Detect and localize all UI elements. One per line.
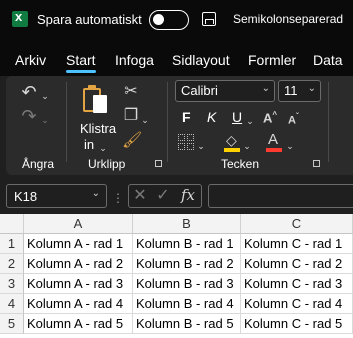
vertical-dots-icon: ⋮ [112,191,124,205]
cell-c5[interactable]: Kolumn C - rad 5 [241,314,353,334]
font-name-value: Calibri [181,83,218,98]
ribbon-separator [66,82,67,162]
paste-button-sub[interactable]: in [84,137,94,152]
clipboard-group-label: Urklipp [88,157,126,171]
ribbon-separator [328,82,329,162]
font-dialog-launcher-icon[interactable] [313,160,320,167]
cell-c1[interactable]: Kolumn C - rad 1 [241,234,353,254]
font-color-dropdown-chevron-icon[interactable]: ⌄ [286,138,294,154]
row-header-4[interactable]: 4 [0,294,24,314]
cell-b1[interactable]: Kolumn B - rad 1 [133,234,241,254]
paste-dropdown-chevron-icon[interactable]: ⌄ [99,140,107,156]
copy-icon[interactable]: ❐ [122,108,140,124]
row-header-1[interactable]: 1 [0,234,24,254]
name-box[interactable]: K18 ⌄ [6,184,107,208]
chevron-down-icon: ⌄ [307,83,316,94]
name-box-value: K18 [14,189,38,204]
row-header-3[interactable]: 3 [0,274,24,294]
toggle-knob [153,14,164,25]
cell-b5[interactable]: Kolumn B - rad 5 [133,314,241,334]
cut-icon[interactable]: ✂ [122,84,140,100]
redo-icon[interactable]: ↷ [20,107,38,125]
insert-function-icon[interactable]: fx [181,186,195,204]
tab-arkiv[interactable]: Arkiv [15,52,46,68]
tab-infoga[interactable]: Infoga [115,52,154,68]
format-painter-icon[interactable]: 🖌 [122,133,142,149]
paste-icon[interactable] [83,85,109,115]
font-size-value: 11 [284,83,298,98]
cell-c3[interactable]: Kolumn C - rad 3 [241,274,353,294]
paste-button-label[interactable]: Klistra [80,121,116,136]
fill-color-icon[interactable]: ◇ [224,132,240,152]
cell-a3[interactable]: Kolumn A - rad 3 [24,274,133,294]
excel-logo-icon [12,9,28,27]
italic-button[interactable]: K [207,109,216,125]
chevron-down-icon: ⌄ [91,188,100,199]
tab-sidlayout[interactable]: Sidlayout [172,52,230,68]
cell-b4[interactable]: Kolumn B - rad 4 [133,294,241,314]
cell-a5[interactable]: Kolumn A - rad 5 [24,314,133,334]
save-icon[interactable] [202,12,216,26]
confirm-entry-icon[interactable]: ✓ [156,188,170,204]
column-header-c[interactable]: C [241,214,353,234]
clipboard-dialog-launcher-icon[interactable] [155,160,162,167]
active-tab-indicator [66,70,96,73]
column-header-a[interactable]: A [24,214,133,234]
borders-icon[interactable] [178,134,194,150]
cell-c4[interactable]: Kolumn C - rad 4 [241,294,353,314]
formula-input[interactable] [208,184,353,208]
redo-dropdown-chevron-icon[interactable]: ⌄ [41,112,49,128]
underline-dropdown-chevron-icon[interactable]: ⌄ [246,113,254,129]
chevron-down-icon: ⌄ [261,83,270,94]
undo-icon[interactable]: ↶ [20,83,38,101]
font-color-icon[interactable]: A [266,131,282,152]
underline-button[interactable]: U [232,109,242,125]
copy-dropdown-chevron-icon[interactable]: ⌄ [141,112,149,128]
cell-a1[interactable]: Kolumn A - rad 1 [24,234,133,254]
tab-start[interactable]: Start [66,52,96,68]
bold-button[interactable]: F [182,109,191,125]
ribbon-separator [167,82,168,162]
cell-b3[interactable]: Kolumn B - rad 3 [133,274,241,294]
row-header-2[interactable]: 2 [0,254,24,274]
select-all-corner[interactable] [0,214,24,234]
cell-a4[interactable]: Kolumn A - rad 4 [24,294,133,314]
borders-dropdown-chevron-icon[interactable]: ⌄ [197,138,205,154]
row-header-5[interactable]: 5 [0,314,24,334]
increase-font-size-icon[interactable]: A^ [263,110,277,125]
cell-a2[interactable]: Kolumn A - rad 2 [24,254,133,274]
document-title: Semikolonseparerad [233,12,344,26]
column-header-b[interactable]: B [133,214,241,234]
font-size-select[interactable]: 11 ⌄ [278,80,321,102]
cell-b2[interactable]: Kolumn B - rad 2 [133,254,241,274]
undo-dropdown-chevron-icon[interactable]: ⌄ [41,88,49,104]
decrease-font-size-icon[interactable]: Aˇ [288,112,299,127]
cell-c2[interactable]: Kolumn C - rad 2 [241,254,353,274]
font-group-label: Tecken [221,157,260,171]
autosave-label: Spara automatiskt [37,12,142,27]
font-name-select[interactable]: Calibri ⌄ [175,80,275,102]
tab-formler[interactable]: Formler [248,52,296,68]
cancel-entry-icon[interactable]: ✕ [133,188,147,204]
tab-data[interactable]: Data [313,52,343,68]
fill-color-dropdown-chevron-icon[interactable]: ⌄ [243,138,251,154]
undo-group-label: Ångra [22,157,55,171]
autosave-toggle[interactable] [149,10,189,30]
